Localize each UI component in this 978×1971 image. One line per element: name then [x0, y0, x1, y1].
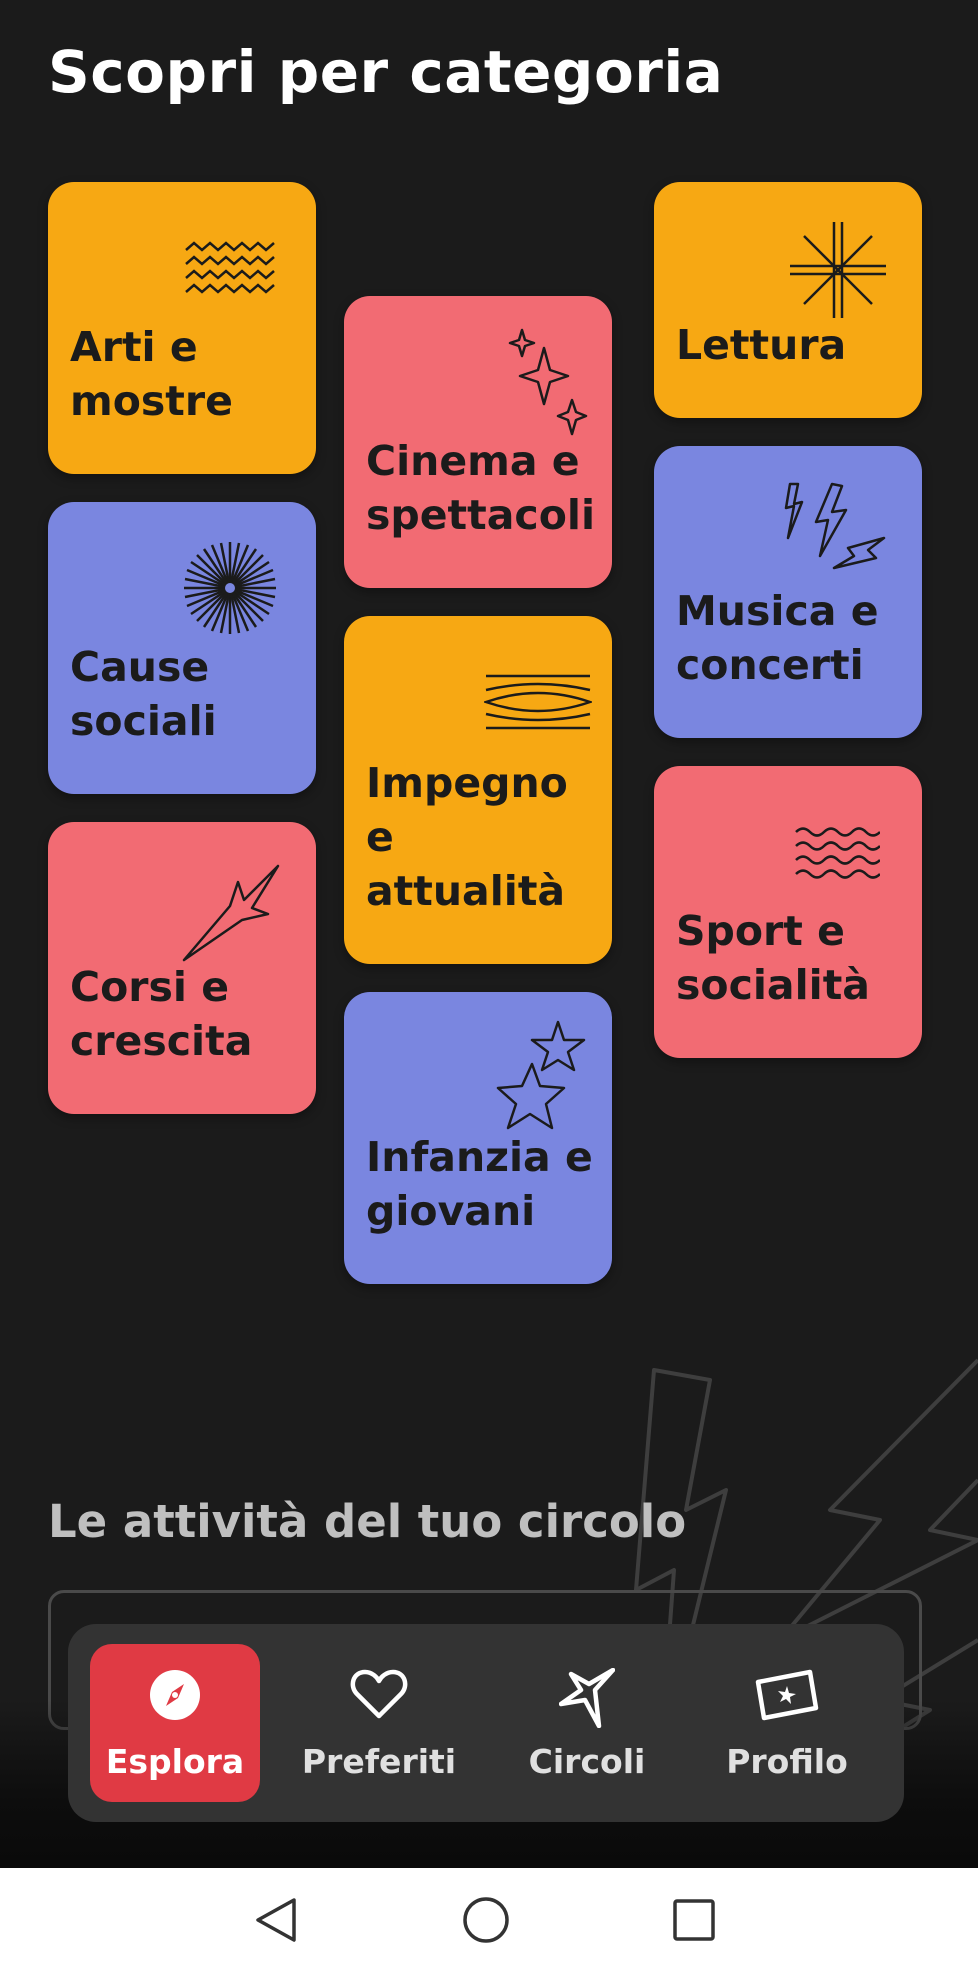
lightning-icon: [784, 482, 886, 570]
category-card-musica[interactable]: Musica e concerti: [654, 446, 922, 738]
nav-label: Preferiti: [301, 1742, 457, 1781]
waves-icon: [795, 827, 880, 879]
category-card-arti[interactable]: Arti e mostre: [48, 182, 316, 474]
category-label: Cinema e spettacoli: [366, 437, 596, 539]
circle-section-title: Le attività del tuo circolo: [48, 1495, 687, 1548]
asterisk-icon: [790, 222, 886, 318]
system-nav-bar: [0, 1868, 978, 1971]
heart-icon: [350, 1669, 408, 1719]
back-icon[interactable]: [254, 1896, 298, 1944]
zigzag-icon: [185, 241, 275, 294]
compass-icon: [150, 1670, 200, 1720]
nav-esplora[interactable]: Esplora: [90, 1644, 260, 1802]
category-card-lettura[interactable]: Lettura: [654, 182, 922, 418]
category-card-cinema[interactable]: Cinema e spettacoli: [344, 296, 612, 588]
ticket-icon: [755, 1669, 819, 1721]
category-label: Sport e socialità: [676, 907, 870, 1009]
category-card-corsi[interactable]: Corsi e crescita: [48, 822, 316, 1114]
starburst-icon: [184, 542, 276, 634]
category-label: Arti e mostre: [70, 323, 233, 425]
nav-label: Profilo: [726, 1742, 848, 1781]
nav-circoli[interactable]: Circoli: [502, 1644, 672, 1802]
compass-star-icon: [182, 864, 280, 962]
category-card-sport[interactable]: Sport e socialità: [654, 766, 922, 1058]
category-label: Corsi e crescita: [70, 963, 253, 1065]
category-label: Infanzia e giovani: [366, 1133, 593, 1235]
recents-icon[interactable]: [672, 1898, 716, 1942]
category-label: Lettura: [676, 321, 847, 369]
nav-label: Esplora: [105, 1742, 245, 1781]
nav-label: Circoli: [528, 1742, 646, 1781]
nav-preferiti[interactable]: Preferiti: [294, 1644, 464, 1802]
lens-lines-icon: [484, 674, 592, 730]
home-icon[interactable]: [462, 1896, 510, 1944]
category-label: Impegno e attualità: [366, 759, 568, 915]
category-label: Cause sociali: [70, 643, 217, 745]
bottom-nav: Esplora Preferiti Circoli Profilo: [68, 1624, 904, 1822]
category-card-infanzia[interactable]: Infanzia e giovani: [344, 992, 612, 1284]
page-title: Scopri per categoria: [48, 38, 724, 106]
stars-icon: [496, 1020, 586, 1130]
nav-profilo[interactable]: Profilo: [702, 1644, 872, 1802]
sparkles-icon: [508, 328, 588, 436]
category-label: Musica e concerti: [676, 587, 879, 689]
category-card-cause[interactable]: Cause sociali: [48, 502, 316, 794]
category-card-impegno[interactable]: Impegno e attualità: [344, 616, 612, 964]
star-arrow-icon: [559, 1668, 615, 1728]
